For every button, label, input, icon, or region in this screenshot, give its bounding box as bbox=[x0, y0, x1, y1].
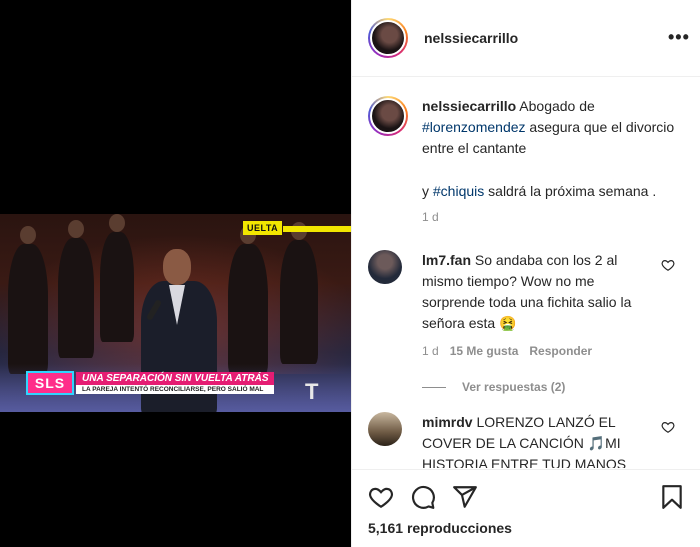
view-count-number: 5,161 bbox=[368, 520, 404, 536]
musician-figure bbox=[8, 226, 48, 374]
musician-figure bbox=[228, 226, 268, 374]
media-panel: UELTA SLS UNA SEPARACIÓN SIN VUELTA ATRÁ… bbox=[0, 0, 351, 547]
segment-tag-bar bbox=[283, 226, 351, 232]
more-options-icon[interactable]: ••• bbox=[668, 28, 690, 46]
network-logo: T bbox=[305, 379, 319, 404]
reply-button[interactable]: Responder bbox=[529, 344, 592, 358]
commenter-avatar[interactable] bbox=[368, 412, 402, 446]
caption-text-part: Abogado de bbox=[516, 98, 595, 114]
caption-username[interactable]: nelssiecarrillo bbox=[422, 98, 516, 114]
author-username[interactable]: nelssiecarrillo bbox=[424, 30, 518, 46]
comment-timestamp[interactable]: 1 d bbox=[422, 344, 439, 358]
musician-figure bbox=[280, 222, 318, 364]
comment-likes[interactable]: 15 Me gusta bbox=[450, 344, 519, 358]
hashtag-link[interactable]: #lorenzomendez bbox=[422, 119, 526, 135]
comment-text: mimrdv LORENZO LANZÓ EL COVER DE LA CANC… bbox=[422, 412, 658, 468]
bookmark-icon[interactable] bbox=[659, 484, 685, 510]
comments-list[interactable]: nelssiecarrillo Abogado de #lorenzomende… bbox=[352, 78, 700, 468]
commenter-username[interactable]: mimrdv bbox=[422, 414, 473, 430]
show-logo: SLS bbox=[26, 371, 74, 395]
hashtag-link[interactable]: #chiquis bbox=[433, 183, 484, 199]
view-count-label: reproducciones bbox=[406, 520, 512, 536]
comment-meta: 1 d 15 Me gusta Responder bbox=[422, 344, 592, 358]
share-icon[interactable] bbox=[452, 484, 478, 510]
video-player[interactable]: UELTA SLS UNA SEPARACIÓN SIN VUELTA ATRÁ… bbox=[0, 214, 351, 412]
replies-divider bbox=[422, 386, 446, 388]
musician-figure bbox=[100, 214, 134, 342]
heart-icon[interactable] bbox=[368, 484, 394, 510]
like-comment-icon[interactable] bbox=[661, 258, 675, 272]
musician-figure bbox=[58, 220, 94, 358]
post-header: nelssiecarrillo ••• bbox=[352, 0, 700, 77]
caption-text-part: y bbox=[422, 183, 433, 199]
view-replies-button[interactable]: Ver respuestas (2) bbox=[422, 380, 565, 394]
post-details-panel: nelssiecarrillo ••• nelssiecarrillo Abog… bbox=[351, 0, 700, 547]
caption-text-part: saldrá la próxima semana . bbox=[484, 183, 657, 199]
lower-third-headline: UNA SEPARACIÓN SIN VUELTA ATRÁS bbox=[76, 372, 275, 385]
instagram-post: UELTA SLS UNA SEPARACIÓN SIN VUELTA ATRÁ… bbox=[0, 0, 700, 547]
commenter-username[interactable]: lm7.fan bbox=[422, 252, 471, 268]
caption-timestamp[interactable]: 1 d bbox=[422, 210, 439, 224]
view-count[interactable]: 5,161 reproducciones bbox=[368, 520, 512, 536]
caption-text: nelssiecarrillo Abogado de #lorenzomende… bbox=[422, 96, 682, 202]
commenter-avatar[interactable] bbox=[368, 250, 402, 284]
caption-author-avatar[interactable] bbox=[368, 96, 408, 136]
lower-third-subline: LA PAREJA INTENTÓ RECONCILIARSE, PERO SA… bbox=[76, 385, 275, 394]
comment-icon[interactable] bbox=[410, 484, 436, 510]
lower-third-banner: SLS UNA SEPARACIÓN SIN VUELTA ATRÁS LA P… bbox=[26, 371, 275, 395]
author-avatar[interactable] bbox=[368, 18, 408, 58]
lower-third-text: UNA SEPARACIÓN SIN VUELTA ATRÁS LA PAREJ… bbox=[76, 372, 275, 394]
comment-text: lm7.fan So andaba con los 2 al mismo tie… bbox=[422, 250, 658, 334]
view-replies-label: Ver respuestas (2) bbox=[462, 380, 566, 394]
segment-tag: UELTA bbox=[243, 221, 283, 235]
post-actions-bar: 5,161 reproducciones bbox=[352, 469, 700, 547]
like-comment-icon[interactable] bbox=[661, 420, 675, 434]
